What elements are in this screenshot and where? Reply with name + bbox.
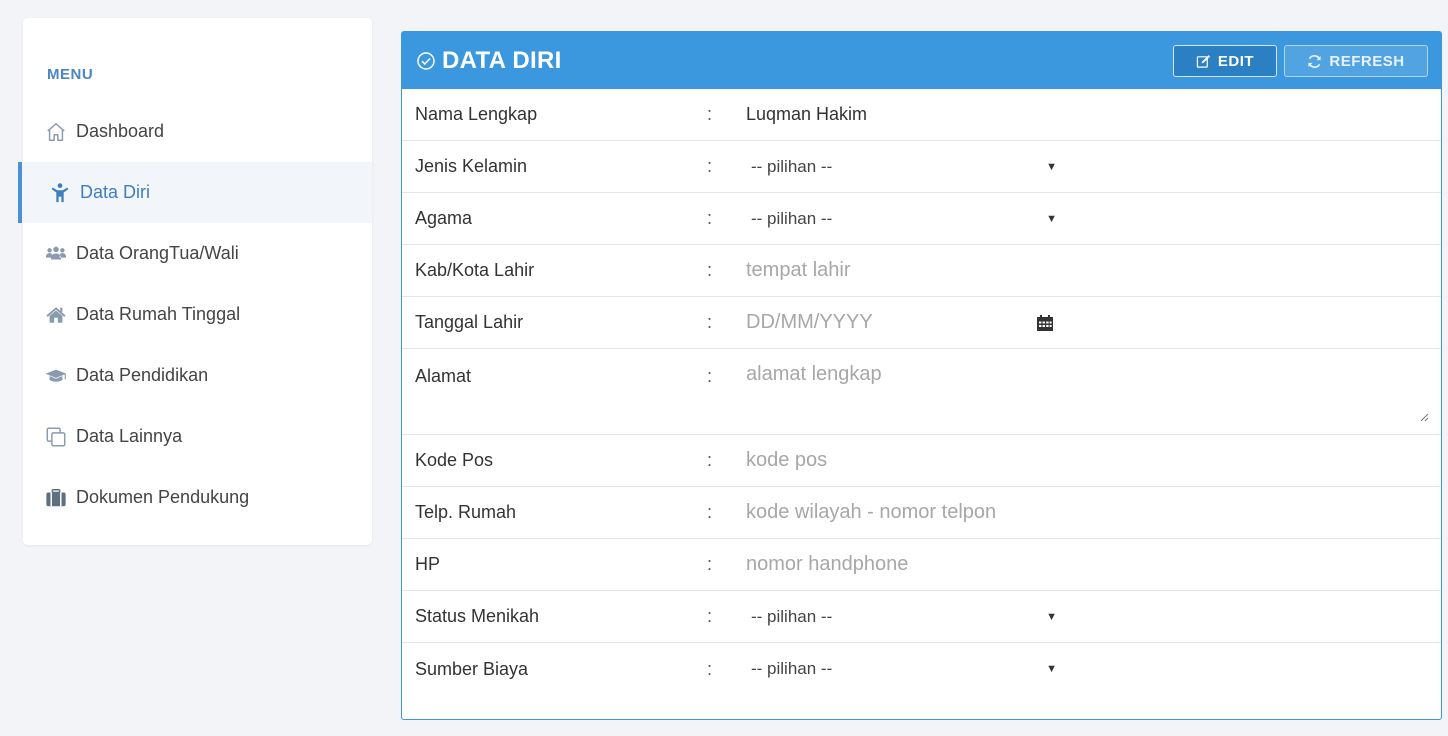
colon: : bbox=[707, 260, 713, 280]
row-hp: HP : nomor handphone bbox=[402, 539, 1441, 591]
select-value: -- pilihan -- bbox=[751, 208, 833, 228]
resize-handle-icon[interactable] bbox=[1419, 406, 1429, 422]
graduation-cap-icon bbox=[44, 364, 68, 388]
sidebar-item-label: Data Lainnya bbox=[76, 426, 183, 446]
status-menikah-select[interactable]: -- pilihan -- ▼ bbox=[751, 607, 1061, 627]
field-label: Sumber Biaya bbox=[415, 658, 529, 679]
row-status-menikah: Status Menikah : -- pilihan -- ▼ bbox=[402, 591, 1441, 643]
colon: : bbox=[707, 606, 713, 626]
alamat-textarea[interactable]: alamat lengkap bbox=[746, 363, 882, 386]
calendar-icon[interactable] bbox=[1036, 314, 1054, 332]
data-diri-panel: DATA DIRI EDIT REFRESH Nama Lengkap : Lu… bbox=[401, 31, 1442, 720]
row-alamat: Alamat : alamat lengkap bbox=[402, 349, 1441, 435]
edit-icon bbox=[1196, 54, 1218, 69]
panel-title: DATA DIRI bbox=[442, 46, 562, 74]
sidebar: MENU Dashboard Data Diri Data OrangTua/W… bbox=[18, 18, 372, 545]
users-icon bbox=[44, 242, 68, 266]
field-label: Status Menikah bbox=[415, 606, 540, 626]
home-outline-icon bbox=[44, 120, 68, 144]
panel-header: DATA DIRI EDIT REFRESH bbox=[402, 32, 1441, 89]
colon: : bbox=[707, 366, 713, 386]
child-icon bbox=[48, 181, 72, 205]
sidebar-item-label: Data Pendidikan bbox=[76, 365, 209, 385]
refresh-button[interactable]: REFRESH bbox=[1284, 45, 1428, 77]
sidebar-item-label: Data Rumah Tinggal bbox=[76, 304, 241, 324]
colon: : bbox=[707, 104, 713, 124]
agama-select[interactable]: -- pilihan -- ▼ bbox=[751, 209, 1061, 229]
sidebar-nav: Dashboard Data Diri Data OrangTua/Wali D… bbox=[18, 101, 372, 528]
caret-down-icon: ▼ bbox=[1046, 160, 1057, 173]
row-agama: Agama : -- pilihan -- ▼ bbox=[402, 193, 1441, 245]
edit-button-label: EDIT bbox=[1217, 52, 1255, 70]
row-nama-lengkap: Nama Lengkap : Luqman Hakim bbox=[402, 89, 1441, 141]
sumber-biaya-select[interactable]: -- pilihan -- ▼ bbox=[751, 659, 1061, 679]
tanggal-lahir-input[interactable]: DD/MM/YYYY bbox=[746, 311, 873, 334]
caret-down-icon: ▼ bbox=[1046, 610, 1057, 623]
colon: : bbox=[707, 554, 713, 574]
sidebar-item-data-lainnya[interactable]: Data Lainnya bbox=[23, 406, 372, 467]
hp-input[interactable]: nomor handphone bbox=[746, 553, 908, 576]
row-telp-rumah: Telp. Rumah : kode wilayah - nomor telpo… bbox=[402, 487, 1441, 539]
sidebar-item-data-rumah-tinggal[interactable]: Data Rumah Tinggal bbox=[23, 284, 372, 345]
field-label: Agama bbox=[415, 208, 473, 228]
field-label: HP bbox=[415, 554, 441, 574]
field-label: Nama Lengkap bbox=[415, 104, 538, 124]
sidebar-item-label: Data Diri bbox=[80, 182, 151, 202]
select-value: -- pilihan -- bbox=[751, 659, 833, 678]
clone-icon bbox=[44, 425, 68, 449]
sidebar-item-data-diri[interactable]: Data Diri bbox=[18, 162, 372, 223]
caret-down-icon: ▼ bbox=[1046, 212, 1057, 225]
row-sumber-biaya: Sumber Biaya : -- pilihan -- ▼ bbox=[402, 643, 1441, 695]
select-value: -- pilihan -- bbox=[751, 606, 833, 626]
colon: : bbox=[707, 208, 713, 228]
row-jenis-kelamin: Jenis Kelamin : -- pilihan -- ▼ bbox=[402, 141, 1441, 193]
sidebar-item-data-pendidikan[interactable]: Data Pendidikan bbox=[23, 345, 372, 406]
sidebar-item-label: Dokumen Pendukung bbox=[76, 487, 250, 507]
check-circle-icon bbox=[416, 51, 436, 71]
row-tanggal-lahir: Tanggal Lahir : DD/MM/YYYY bbox=[402, 297, 1441, 349]
field-label: Kab/Kota Lahir bbox=[415, 260, 535, 280]
sidebar-item-dashboard[interactable]: Dashboard bbox=[23, 101, 372, 162]
field-label: Jenis Kelamin bbox=[415, 156, 528, 176]
suitcase-icon bbox=[44, 486, 68, 510]
sidebar-item-label: Data OrangTua/Wali bbox=[76, 243, 239, 263]
colon: : bbox=[707, 312, 713, 332]
caret-down-icon: ▼ bbox=[1046, 663, 1057, 675]
field-label: Telp. Rumah bbox=[415, 502, 517, 522]
refresh-icon bbox=[1307, 54, 1329, 69]
kode-pos-input[interactable]: kode pos bbox=[746, 449, 827, 472]
telp-rumah-input[interactable]: kode wilayah - nomor telpon bbox=[746, 501, 996, 524]
colon: : bbox=[707, 450, 713, 470]
field-label: Alamat bbox=[415, 366, 472, 386]
sidebar-item-data-orangtua[interactable]: Data OrangTua/Wali bbox=[23, 223, 372, 284]
menu-heading: MENU bbox=[47, 66, 94, 83]
colon: : bbox=[707, 658, 713, 679]
sidebar-item-label: Dashboard bbox=[76, 121, 165, 141]
edit-button[interactable]: EDIT bbox=[1173, 45, 1277, 77]
field-label: Kode Pos bbox=[415, 450, 494, 470]
colon: : bbox=[707, 156, 713, 176]
row-kode-pos: Kode Pos : kode pos bbox=[402, 435, 1441, 487]
refresh-button-label: REFRESH bbox=[1329, 52, 1405, 70]
jenis-kelamin-select[interactable]: -- pilihan -- ▼ bbox=[751, 157, 1061, 177]
nama-lengkap-value: Luqman Hakim bbox=[746, 104, 868, 124]
sidebar-item-dokumen-pendukung[interactable]: Dokumen Pendukung bbox=[23, 467, 372, 528]
select-value: -- pilihan -- bbox=[751, 156, 833, 176]
field-label: Tanggal Lahir bbox=[415, 312, 524, 332]
row-kota-lahir: Kab/Kota Lahir : tempat lahir bbox=[402, 245, 1441, 297]
kota-lahir-input[interactable]: tempat lahir bbox=[746, 259, 851, 282]
form-rows: Nama Lengkap : Luqman Hakim Jenis Kelami… bbox=[402, 89, 1441, 695]
house-icon bbox=[44, 303, 68, 327]
colon: : bbox=[707, 502, 713, 522]
